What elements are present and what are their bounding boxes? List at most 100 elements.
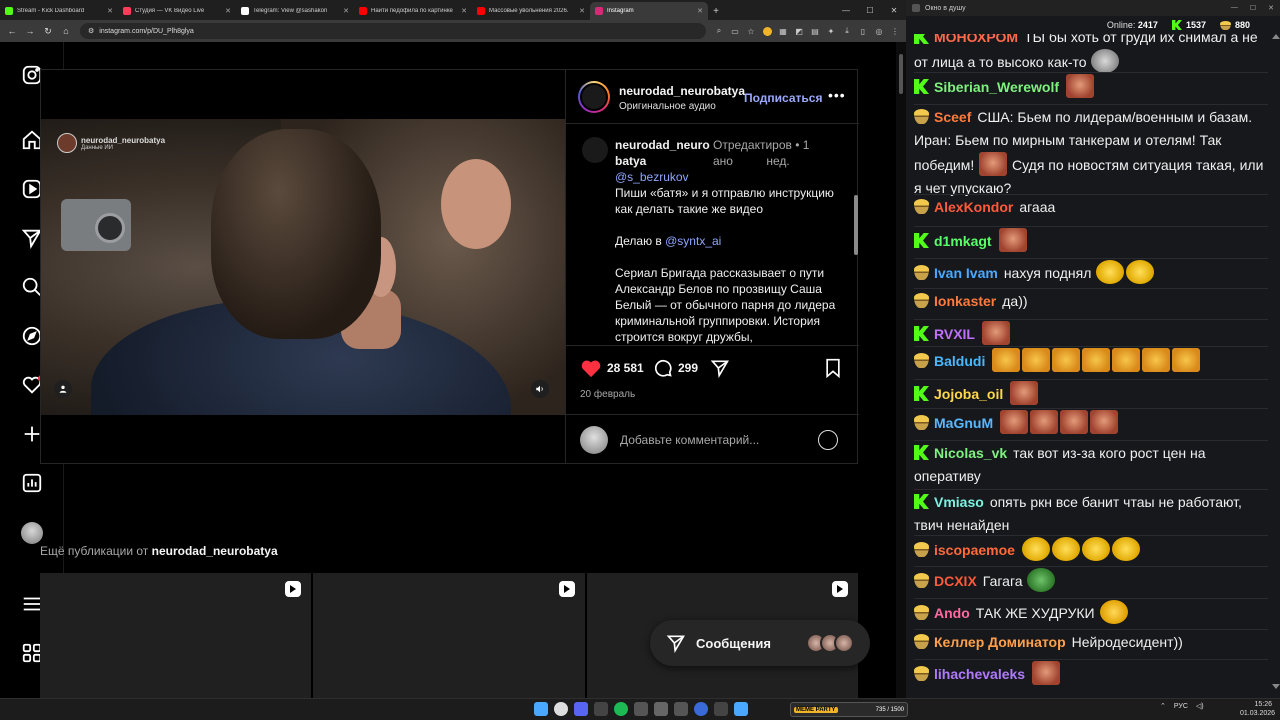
chat-username[interactable]: d1mkagt <box>934 233 992 249</box>
extension-icon[interactable] <box>760 24 774 38</box>
more-options-icon[interactable]: ••• <box>828 87 846 103</box>
close-tab-icon[interactable]: ✕ <box>461 7 467 15</box>
url-text: instagram.com/p/DU_Plh8glya <box>99 27 194 35</box>
chat-scrollbar[interactable] <box>1272 34 1280 689</box>
page-scrollbar[interactable] <box>896 42 906 698</box>
messages-bubble[interactable]: Сообщения <box>650 620 870 666</box>
windows-start-icon[interactable] <box>534 702 548 716</box>
close-window-icon[interactable]: ✕ <box>1268 4 1274 12</box>
new-tab-button[interactable]: + <box>708 2 724 20</box>
discord-icon[interactable] <box>574 702 588 716</box>
dashboard-nav-icon[interactable] <box>19 470 45 496</box>
comment-button[interactable]: 299 <box>653 358 698 378</box>
chat-username[interactable]: МОНОХРОМ <box>934 34 1018 45</box>
volume-icon[interactable]: ◁) <box>1196 702 1204 710</box>
original-audio-link[interactable]: Оригинальное аудио <box>619 101 716 112</box>
sidepanel-icon[interactable]: ▯ <box>856 24 870 38</box>
close-tab-icon[interactable]: ✕ <box>107 7 113 15</box>
chat-username[interactable]: Vmiaso <box>934 494 984 510</box>
caption-avatar[interactable] <box>582 137 608 163</box>
comment-input[interactable]: Добавьте комментарий... <box>620 433 759 447</box>
chat-username[interactable]: iscopaemoe <box>934 542 1015 558</box>
steam-icon[interactable] <box>594 702 608 716</box>
chat-username[interactable]: DCXIX <box>934 573 977 589</box>
app-icon[interactable] <box>674 702 688 716</box>
spotify-icon[interactable] <box>614 702 628 716</box>
chat-username[interactable]: Ionkaster <box>934 293 996 309</box>
profile-icon[interactable]: ◎ <box>872 24 886 38</box>
save-button[interactable] <box>824 358 842 378</box>
language-indicator[interactable]: РУС <box>1174 703 1188 710</box>
tray-expand-icon[interactable]: ⌃ <box>1160 702 1166 710</box>
chat-username[interactable]: MaGnuM <box>934 415 993 431</box>
extension-icon[interactable]: ▤ <box>808 24 822 38</box>
close-tab-icon[interactable]: ✕ <box>343 7 349 15</box>
chat-username[interactable]: Ando <box>934 605 970 621</box>
chat-username[interactable]: AlexKondor <box>934 199 1013 215</box>
system-clock[interactable]: 15:26 01.03.2026 <box>1240 700 1275 718</box>
chat-username[interactable]: Siberian_Werewolf <box>934 79 1059 95</box>
app-icon[interactable] <box>714 702 728 716</box>
minimize-icon[interactable]: — <box>1231 4 1238 12</box>
like-button[interactable]: 28 581 <box>580 358 644 378</box>
audio-toggle-icon[interactable] <box>531 380 549 398</box>
tab-vk[interactable]: Студия — VK Видео Live ✕ <box>118 2 236 20</box>
close-window-icon[interactable]: ✕ <box>882 0 906 20</box>
tab-youtube-1[interactable]: Найти педофила по картинке ✕ <box>354 2 472 20</box>
emoji-picker-icon[interactable] <box>818 430 838 450</box>
app-icon[interactable] <box>654 702 668 716</box>
address-bar[interactable]: ⚙ instagram.com/p/DU_Plh8glya <box>80 23 706 39</box>
chat-username[interactable]: lihachevaleks <box>934 666 1025 682</box>
profile-avatar[interactable] <box>21 522 43 544</box>
caption-scrollbar[interactable] <box>854 195 858 255</box>
author-avatar[interactable] <box>578 81 610 113</box>
menu-dots-icon[interactable]: ⋮ <box>888 24 902 38</box>
follow-button[interactable]: Подписаться <box>744 91 822 105</box>
search-icon[interactable]: ⌕ <box>712 24 726 38</box>
author-username[interactable]: neurodad_neurobatya <box>619 84 745 98</box>
caption-username[interactable]: neurodad_neuro batya <box>615 137 711 169</box>
maximize-icon[interactable]: ☐ <box>1250 4 1256 12</box>
chat-username[interactable]: Sceef <box>934 109 971 125</box>
downloads-icon[interactable]: ⤓ <box>840 24 854 38</box>
lol-emote-icon <box>1126 260 1155 284</box>
chat-username[interactable]: Jojoba_oil <box>934 386 1003 402</box>
telegram-icon[interactable] <box>734 702 748 716</box>
minimize-icon[interactable]: — <box>834 0 858 20</box>
tab-instagram[interactable]: Instagram ✕ <box>590 2 708 20</box>
share-button[interactable] <box>710 358 730 378</box>
mention-link[interactable]: @s_bezrukov <box>615 169 843 185</box>
maximize-icon[interactable]: ☐ <box>858 0 882 20</box>
tab-kick[interactable]: Stream - Kick Dashboard ✕ <box>0 2 118 20</box>
grid-post[interactable] <box>40 573 312 698</box>
app-icon[interactable] <box>634 702 648 716</box>
chat-username[interactable]: RVXIL <box>934 326 975 342</box>
site-info-icon[interactable]: ⚙ <box>88 27 94 35</box>
chat-username[interactable]: Nicolas_vk <box>934 445 1007 461</box>
chrome-icon[interactable] <box>554 702 568 716</box>
tab-youtube-2[interactable]: Массовые увольнения 2026. ✕ <box>472 2 590 20</box>
chat-username[interactable]: Ivan Ivam <box>934 265 998 281</box>
back-icon[interactable]: ← <box>4 23 20 39</box>
bookmark-star-icon[interactable]: ☆ <box>744 24 758 38</box>
extension-icon[interactable]: ◩ <box>792 24 806 38</box>
close-tab-icon[interactable]: ✕ <box>579 7 585 15</box>
forward-icon[interactable]: → <box>22 23 38 39</box>
syntx-link[interactable]: @syntx_ai <box>665 234 721 248</box>
meme-party-widget[interactable]: MEME PARTY 735 / 1500 <box>790 702 908 717</box>
chat-username[interactable]: Baldudi <box>934 353 985 369</box>
post-video[interactable]: neurodad_neurobatya Данные ИИ <box>41 70 565 463</box>
extension-icon[interactable]: ▦ <box>776 24 790 38</box>
app-icon[interactable] <box>694 702 708 716</box>
chat-username[interactable]: Келлер Доминатор <box>934 634 1066 650</box>
tab-telegram[interactable]: Telegram: View @sashakon ✕ <box>236 2 354 20</box>
extensions-puzzle-icon[interactable]: ✦ <box>824 24 838 38</box>
cast-icon[interactable]: ▭ <box>728 24 742 38</box>
reload-icon[interactable]: ↻ <box>40 23 56 39</box>
more-posts-username[interactable]: neurodad_neurobatya <box>152 544 278 558</box>
grid-post[interactable] <box>313 573 585 698</box>
tagged-users-icon[interactable] <box>54 380 72 398</box>
close-tab-icon[interactable]: ✕ <box>225 7 231 15</box>
home-icon[interactable]: ⌂ <box>58 23 74 39</box>
close-tab-icon[interactable]: ✕ <box>697 7 703 15</box>
